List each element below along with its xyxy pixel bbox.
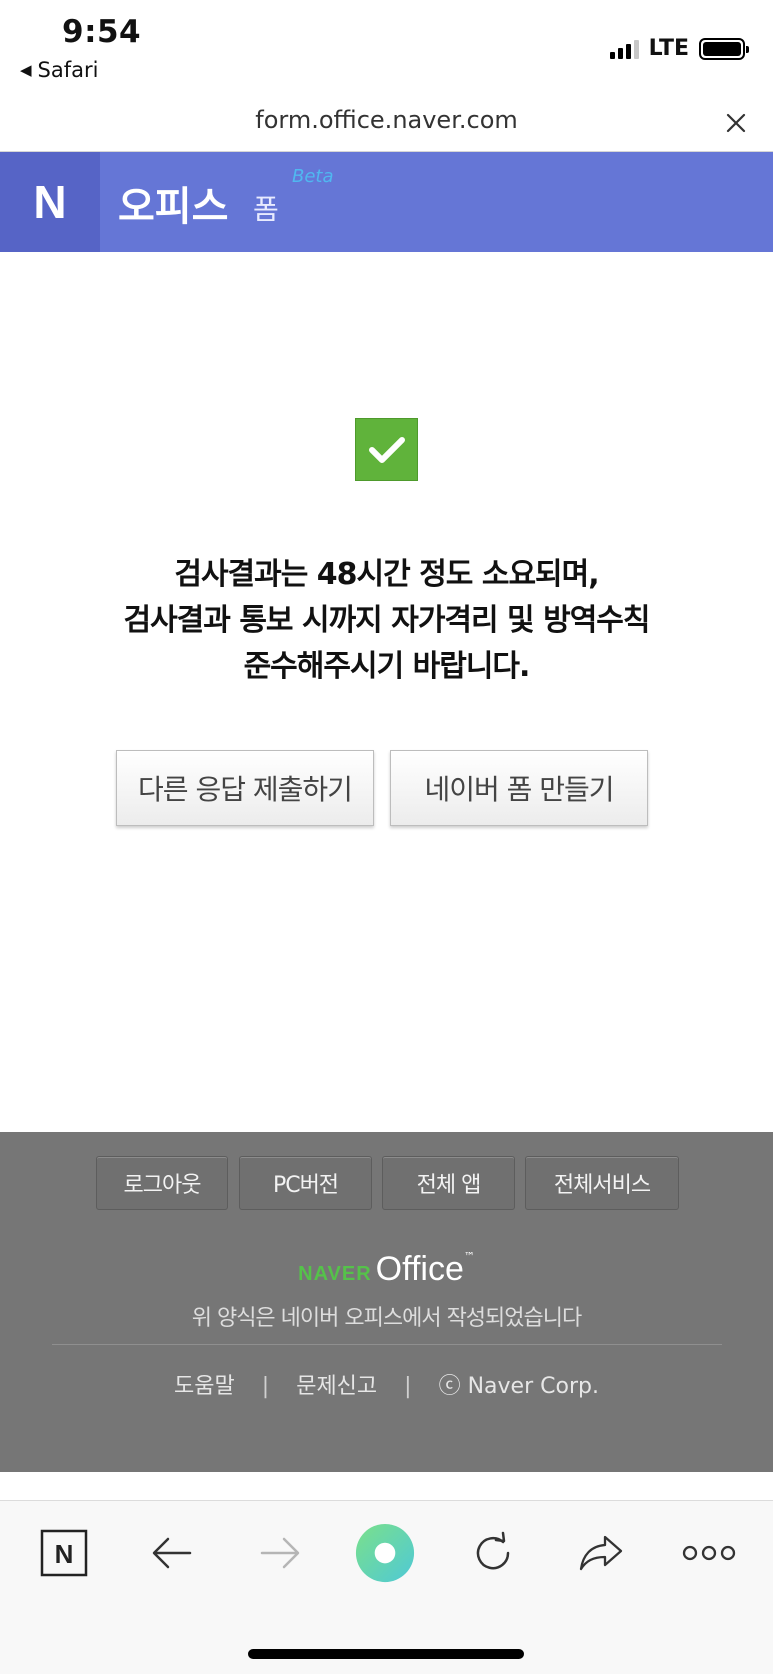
all-apps-button[interactable]: 전체 앱	[382, 1156, 515, 1210]
header-subtitle: 폼	[253, 193, 279, 226]
signal-icon	[609, 39, 639, 59]
status-indicators: LTE	[609, 36, 749, 61]
footer: 로그아웃 PC버전 전체 앱 전체서비스 NAVER Office™ 위 양식은 …	[0, 1132, 773, 1472]
naver-home-icon[interactable]: N	[34, 1523, 94, 1583]
report-link[interactable]: 문제신고	[296, 1374, 377, 1399]
network-label: LTE	[648, 36, 689, 61]
app-header: N 오피스 폼 Beta	[0, 152, 773, 252]
footer-divider	[52, 1344, 722, 1345]
beta-badge: Beta	[292, 166, 334, 187]
bottom-toolbar: N	[0, 1500, 773, 1674]
url-text[interactable]: form.office.naver.com	[0, 106, 773, 134]
message-line: 검사결과는 48시간 정도 소요되며,	[174, 557, 599, 592]
message-line: 준수해주시기 바랍니다.	[243, 649, 531, 684]
url-bar: form.office.naver.com	[0, 92, 773, 152]
submit-another-button[interactable]: 다른 응답 제출하기	[116, 750, 374, 826]
pc-version-button[interactable]: PC버전	[239, 1156, 372, 1210]
naver-logo[interactable]: N	[0, 152, 100, 252]
all-services-button[interactable]: 전체서비스	[525, 1156, 679, 1210]
home-indicator[interactable]	[248, 1649, 524, 1659]
back-triangle-icon: ◀	[20, 61, 32, 79]
link-separator: |	[261, 1374, 270, 1399]
footer-links: 도움말 | 문제신고 | ⓒ Naver Corp.	[0, 1368, 773, 1400]
create-form-button[interactable]: 네이버 폼 만들기	[390, 750, 648, 826]
toolbar-n-letter: N	[55, 1539, 74, 1569]
result-message: 검사결과는 48시간 정도 소요되며, 검사결과 통보 시까지 자가격리 및 방…	[60, 552, 713, 690]
battery-icon	[699, 37, 749, 60]
check-icon	[355, 418, 418, 481]
copyright-text: ⓒ Naver Corp.	[438, 1374, 599, 1399]
message-line: 검사결과 통보 시까지 자가격리 및 방역수칙	[123, 603, 650, 638]
arrow-right-icon[interactable]	[250, 1523, 310, 1583]
brand-office: Office	[375, 1250, 464, 1288]
status-bar: 9:54 ◀ Safari LTE	[0, 0, 773, 92]
back-app-label: Safari	[37, 58, 99, 82]
status-time: 9:54	[62, 14, 142, 50]
naver-office-logo: NAVER Office™	[0, 1250, 773, 1289]
header-title[interactable]: 오피스	[118, 174, 228, 232]
link-separator: |	[404, 1374, 412, 1399]
help-link[interactable]: 도움말	[174, 1374, 235, 1399]
close-icon[interactable]	[725, 102, 747, 142]
created-with-note: 위 양식은 네이버 오피스에서 작성되었습니다	[191, 1306, 583, 1331]
home-dot-icon[interactable]	[355, 1523, 415, 1583]
reload-icon[interactable]	[463, 1523, 523, 1583]
back-to-app[interactable]: ◀ Safari	[20, 58, 98, 82]
logout-button[interactable]: 로그아웃	[96, 1156, 228, 1210]
brand-naver: NAVER	[298, 1263, 372, 1285]
brand-tm: ™	[463, 1250, 475, 1263]
more-icon[interactable]	[679, 1523, 739, 1583]
share-icon[interactable]	[571, 1523, 631, 1583]
arrow-left-icon[interactable]	[142, 1523, 202, 1583]
naver-logo-letter: N	[33, 176, 67, 228]
